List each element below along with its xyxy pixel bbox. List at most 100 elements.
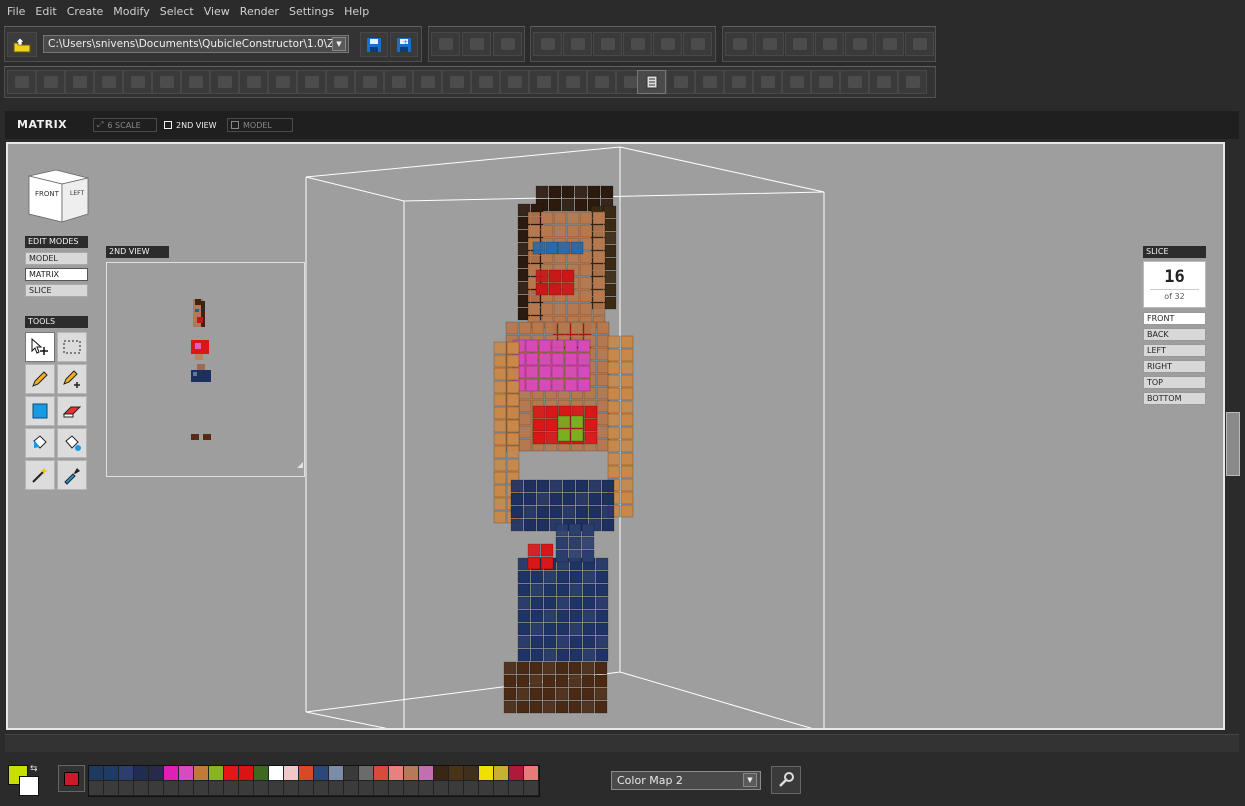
tool-icon-1[interactable] bbox=[7, 70, 36, 94]
palette-swatch[interactable] bbox=[404, 766, 419, 781]
palette-swatch[interactable] bbox=[209, 766, 224, 781]
menu-select[interactable]: Select bbox=[155, 5, 199, 18]
rotate-y-icon[interactable] bbox=[563, 32, 592, 56]
current-color-button[interactable] bbox=[58, 765, 85, 792]
redo-icon[interactable] bbox=[462, 32, 491, 56]
tool-icon-11[interactable] bbox=[297, 70, 326, 94]
palette-swatch[interactable] bbox=[284, 781, 299, 796]
tool-icon-7[interactable] bbox=[181, 70, 210, 94]
palette-swatch[interactable] bbox=[254, 766, 269, 781]
menu-render[interactable]: Render bbox=[235, 5, 284, 18]
palette-swatch[interactable] bbox=[479, 766, 494, 781]
face-top-button[interactable]: TOP bbox=[1143, 376, 1206, 389]
tool-icon-10[interactable] bbox=[268, 70, 297, 94]
paint-bucket-all-icon[interactable] bbox=[57, 428, 87, 458]
mode-model-button[interactable]: MODEL bbox=[25, 252, 88, 265]
tool-icon-26[interactable] bbox=[724, 70, 753, 94]
menu-file[interactable]: File bbox=[2, 5, 30, 18]
pencil-add-icon[interactable] bbox=[57, 364, 87, 394]
face-back-button[interactable]: BACK bbox=[1143, 328, 1206, 341]
color-palette[interactable] bbox=[88, 765, 540, 797]
tool-icon-2[interactable] bbox=[36, 70, 65, 94]
palette-swatch[interactable] bbox=[179, 766, 194, 781]
palette-swatch[interactable] bbox=[164, 781, 179, 796]
mirror-x-icon[interactable] bbox=[623, 32, 652, 56]
menu-modify[interactable]: Modify bbox=[108, 5, 154, 18]
palette-swatch[interactable] bbox=[224, 766, 239, 781]
palette-swatch[interactable] bbox=[224, 781, 239, 796]
palette-swatch[interactable] bbox=[359, 781, 374, 796]
cube-icon[interactable] bbox=[755, 32, 784, 56]
chevron-down-icon[interactable]: ▼ bbox=[332, 37, 346, 51]
palette-swatch[interactable] bbox=[314, 766, 329, 781]
face-bottom-button[interactable]: BOTTOM bbox=[1143, 392, 1206, 405]
sphere-icon[interactable] bbox=[785, 32, 814, 56]
palette-swatch[interactable] bbox=[494, 766, 509, 781]
palette-swatch[interactable] bbox=[404, 781, 419, 796]
cylinder-icon[interactable] bbox=[875, 32, 904, 56]
palette-swatch[interactable] bbox=[464, 781, 479, 796]
menu-help[interactable]: Help bbox=[339, 5, 374, 18]
tool-icon-31[interactable] bbox=[869, 70, 898, 94]
eyedropper-icon[interactable] bbox=[57, 460, 87, 490]
palette-swatch[interactable] bbox=[359, 766, 374, 781]
palette-swatch[interactable] bbox=[299, 781, 314, 796]
palette-swatch[interactable] bbox=[104, 781, 119, 796]
tool-icon-21[interactable] bbox=[587, 70, 616, 94]
palette-swatch[interactable] bbox=[269, 766, 284, 781]
palette-swatch[interactable] bbox=[464, 766, 479, 781]
palette-swatch[interactable] bbox=[209, 781, 224, 796]
tool-icon-24[interactable] bbox=[666, 70, 695, 94]
palette-swatch[interactable] bbox=[149, 766, 164, 781]
palette-swatch[interactable] bbox=[119, 766, 134, 781]
menu-settings[interactable]: Settings bbox=[284, 5, 339, 18]
tool-icon-29[interactable] bbox=[811, 70, 840, 94]
palette-swatch[interactable] bbox=[254, 781, 269, 796]
palette-swatch[interactable] bbox=[194, 766, 209, 781]
palette-swatch[interactable] bbox=[329, 781, 344, 796]
background-color-swatch[interactable] bbox=[19, 776, 39, 796]
tool-icon-17[interactable] bbox=[471, 70, 500, 94]
second-view-panel[interactable] bbox=[106, 262, 305, 477]
pyramid-icon[interactable] bbox=[815, 32, 844, 56]
palette-swatch[interactable] bbox=[269, 781, 284, 796]
face-right-button[interactable]: RIGHT bbox=[1143, 360, 1206, 373]
palette-swatch[interactable] bbox=[509, 766, 524, 781]
slice-counter[interactable]: 16 of 32 bbox=[1143, 261, 1206, 308]
cone-icon[interactable] bbox=[845, 32, 874, 56]
terrain-icon[interactable] bbox=[905, 32, 934, 56]
palette-swatch[interactable] bbox=[284, 766, 299, 781]
eraser-icon[interactable] bbox=[57, 396, 87, 426]
tool-icon-27[interactable] bbox=[753, 70, 782, 94]
tab-model[interactable]: MODEL bbox=[227, 118, 293, 132]
rotate-z-icon[interactable] bbox=[593, 32, 622, 56]
palette-swatch[interactable] bbox=[314, 781, 329, 796]
palette-swatch[interactable] bbox=[389, 766, 404, 781]
mirror-y-icon[interactable] bbox=[653, 32, 682, 56]
tool-icon-30[interactable] bbox=[840, 70, 869, 94]
scrollbar-thumb[interactable] bbox=[1226, 412, 1240, 476]
swap-colors-icon[interactable]: ⇆ bbox=[30, 764, 38, 774]
tool-icon-32[interactable] bbox=[898, 70, 927, 94]
chevron-down-icon[interactable]: ▼ bbox=[743, 773, 757, 787]
tool-icon-9[interactable] bbox=[239, 70, 268, 94]
matrix-viewport[interactable]: FRONT LEFT EDIT MODES MODEL MATRIX SLICE… bbox=[6, 142, 1225, 730]
menu-edit[interactable]: Edit bbox=[30, 5, 61, 18]
rotate-x-icon[interactable] bbox=[533, 32, 562, 56]
history-icon[interactable] bbox=[493, 32, 522, 56]
palette-swatch[interactable] bbox=[419, 766, 434, 781]
save-icon[interactable] bbox=[360, 32, 388, 57]
palette-swatch[interactable] bbox=[179, 781, 194, 796]
face-left-button[interactable]: LEFT bbox=[1143, 344, 1206, 357]
tool-icon-6[interactable] bbox=[152, 70, 181, 94]
tool-icon-16[interactable] bbox=[442, 70, 471, 94]
palette-swatch[interactable] bbox=[164, 766, 179, 781]
palette-swatch[interactable] bbox=[239, 766, 254, 781]
magic-wand-icon[interactable] bbox=[25, 460, 55, 490]
mode-matrix-button[interactable]: MATRIX bbox=[25, 268, 88, 281]
grid-icon[interactable] bbox=[725, 32, 754, 56]
palette-swatch[interactable] bbox=[329, 766, 344, 781]
palette-swatch[interactable] bbox=[149, 781, 164, 796]
tool-icon-5[interactable] bbox=[123, 70, 152, 94]
mirror-z-icon[interactable] bbox=[683, 32, 712, 56]
